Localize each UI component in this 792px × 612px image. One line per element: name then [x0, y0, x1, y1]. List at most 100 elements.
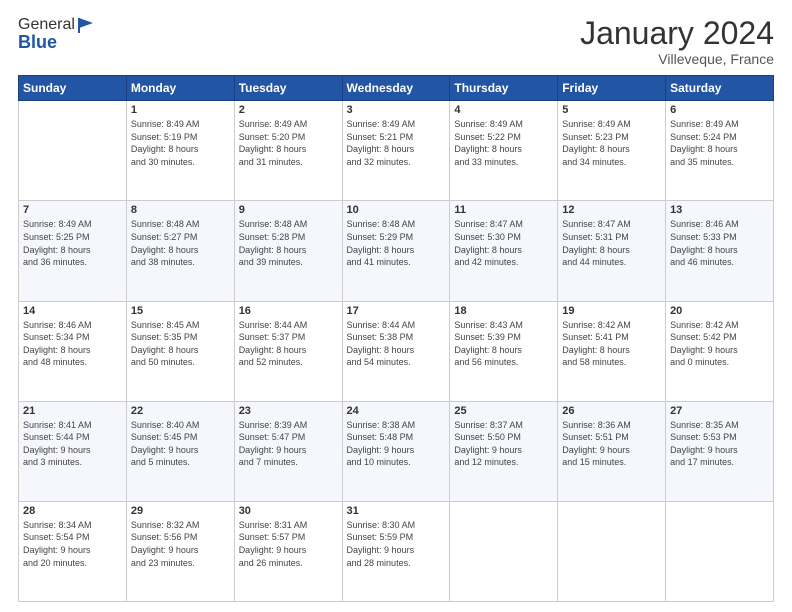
week-row-1: 1Sunrise: 8:49 AM Sunset: 5:19 PM Daylig… [19, 101, 774, 201]
day-info: Sunrise: 8:42 AM Sunset: 5:41 PM Dayligh… [562, 319, 661, 369]
day-info: Sunrise: 8:47 AM Sunset: 5:30 PM Dayligh… [454, 218, 553, 268]
day-number: 2 [239, 104, 338, 116]
day-info: Sunrise: 8:39 AM Sunset: 5:47 PM Dayligh… [239, 419, 338, 469]
table-cell: 27Sunrise: 8:35 AM Sunset: 5:53 PM Dayli… [666, 401, 774, 501]
header: General Blue January 2024 Villeveque, Fr… [18, 16, 774, 67]
table-cell: 2 Sunrise: 8:49 AM Sunset: 5:20 PM Daylig… [234, 101, 342, 201]
table-cell: 31 Sunrise: 8:30 AM Sunset: 5:59 PM Dayli… [342, 501, 450, 601]
day-number: 24 [347, 405, 446, 417]
day-number: 14 [23, 305, 122, 317]
table-cell: 29 Sunrise: 8:32 AM Sunset: 5:56 PM Dayli… [126, 501, 234, 601]
table-cell: 24 Sunrise: 8:38 AM Sunset: 5:48 PM Dayli… [342, 401, 450, 501]
day-info: Sunrise: 8:48 AM Sunset: 5:27 PM Dayligh… [131, 218, 230, 268]
table-cell: 28 Sunrise: 8:34 AM Sunset: 5:54 PM Dayli… [19, 501, 127, 601]
calendar-header-row: Sunday Monday Tuesday Wednesday Thursday… [19, 76, 774, 101]
day-info: Sunrise: 8:49 AM Sunset: 5:25 PM Dayligh… [23, 218, 122, 268]
day-number: 31 [347, 505, 446, 517]
day-info: Sunrise: 8:44 AM Sunset: 5:37 PM Dayligh… [239, 319, 338, 369]
table-cell: 16 Sunrise: 8:44 AM Sunset: 5:37 PM Dayli… [234, 301, 342, 401]
table-cell: 20 Sunrise: 8:42 AM Sunset: 5:42 PM Dayli… [666, 301, 774, 401]
day-info: Sunrise: 8:38 AM Sunset: 5:48 PM Dayligh… [347, 419, 446, 469]
table-cell: 8Sunrise: 8:48 AM Sunset: 5:27 PM Daylig… [126, 201, 234, 301]
week-row-2: 7 Sunrise: 8:49 AM Sunset: 5:25 PM Daylig… [19, 201, 774, 301]
table-cell: 15Sunrise: 8:45 AM Sunset: 5:35 PM Dayli… [126, 301, 234, 401]
day-number: 29 [131, 505, 230, 517]
day-number: 12 [562, 204, 661, 216]
col-thursday: Thursday [450, 76, 558, 101]
table-cell: 3 Sunrise: 8:49 AM Sunset: 5:21 PM Daylig… [342, 101, 450, 201]
table-cell: 7 Sunrise: 8:49 AM Sunset: 5:25 PM Daylig… [19, 201, 127, 301]
day-number: 17 [347, 305, 446, 317]
col-saturday: Saturday [666, 76, 774, 101]
table-cell: 30 Sunrise: 8:31 AM Sunset: 5:57 PM Dayli… [234, 501, 342, 601]
table-cell: 5 Sunrise: 8:49 AM Sunset: 5:23 PM Daylig… [558, 101, 666, 201]
day-info: Sunrise: 8:48 AM Sunset: 5:29 PM Dayligh… [347, 218, 446, 268]
table-cell: 12 Sunrise: 8:47 AM Sunset: 5:31 PM Dayli… [558, 201, 666, 301]
day-info: Sunrise: 8:32 AM Sunset: 5:56 PM Dayligh… [131, 519, 230, 569]
col-sunday: Sunday [19, 76, 127, 101]
day-number: 23 [239, 405, 338, 417]
table-cell: 25Sunrise: 8:37 AM Sunset: 5:50 PM Dayli… [450, 401, 558, 501]
day-number: 19 [562, 305, 661, 317]
day-info: Sunrise: 8:40 AM Sunset: 5:45 PM Dayligh… [131, 419, 230, 469]
day-info: Sunrise: 8:42 AM Sunset: 5:42 PM Dayligh… [670, 319, 769, 369]
day-number: 1 [131, 104, 230, 116]
title-block: January 2024 Villeveque, France [580, 16, 774, 67]
day-info: Sunrise: 8:43 AM Sunset: 5:39 PM Dayligh… [454, 319, 553, 369]
day-info: Sunrise: 8:49 AM Sunset: 5:21 PM Dayligh… [347, 118, 446, 168]
col-tuesday: Tuesday [234, 76, 342, 101]
day-info: Sunrise: 8:30 AM Sunset: 5:59 PM Dayligh… [347, 519, 446, 569]
day-info: Sunrise: 8:49 AM Sunset: 5:24 PM Dayligh… [670, 118, 769, 168]
day-number: 27 [670, 405, 769, 417]
table-cell: 26Sunrise: 8:36 AM Sunset: 5:51 PM Dayli… [558, 401, 666, 501]
table-cell: 23 Sunrise: 8:39 AM Sunset: 5:47 PM Dayli… [234, 401, 342, 501]
table-cell [450, 501, 558, 601]
day-info: Sunrise: 8:48 AM Sunset: 5:28 PM Dayligh… [239, 218, 338, 268]
calendar-title: January 2024 [580, 16, 774, 51]
table-cell: 17 Sunrise: 8:44 AM Sunset: 5:38 PM Dayli… [342, 301, 450, 401]
day-info: Sunrise: 8:34 AM Sunset: 5:54 PM Dayligh… [23, 519, 122, 569]
day-info: Sunrise: 8:46 AM Sunset: 5:34 PM Dayligh… [23, 319, 122, 369]
day-info: Sunrise: 8:49 AM Sunset: 5:20 PM Dayligh… [239, 118, 338, 168]
day-number: 28 [23, 505, 122, 517]
day-number: 22 [131, 405, 230, 417]
day-number: 4 [454, 104, 553, 116]
week-row-3: 14 Sunrise: 8:46 AM Sunset: 5:34 PM Dayli… [19, 301, 774, 401]
day-number: 10 [347, 204, 446, 216]
day-number: 11 [454, 204, 553, 216]
day-number: 16 [239, 305, 338, 317]
day-info: Sunrise: 8:36 AM Sunset: 5:51 PM Dayligh… [562, 419, 661, 469]
day-info: Sunrise: 8:47 AM Sunset: 5:31 PM Dayligh… [562, 218, 661, 268]
table-cell: 11 Sunrise: 8:47 AM Sunset: 5:30 PM Dayli… [450, 201, 558, 301]
table-cell: 21Sunrise: 8:41 AM Sunset: 5:44 PM Dayli… [19, 401, 127, 501]
day-number: 6 [670, 104, 769, 116]
day-info: Sunrise: 8:44 AM Sunset: 5:38 PM Dayligh… [347, 319, 446, 369]
table-cell: 13 Sunrise: 8:46 AM Sunset: 5:33 PM Dayli… [666, 201, 774, 301]
day-info: Sunrise: 8:31 AM Sunset: 5:57 PM Dayligh… [239, 519, 338, 569]
day-number: 18 [454, 305, 553, 317]
table-cell: 6 Sunrise: 8:49 AM Sunset: 5:24 PM Daylig… [666, 101, 774, 201]
day-info: Sunrise: 8:49 AM Sunset: 5:23 PM Dayligh… [562, 118, 661, 168]
col-friday: Friday [558, 76, 666, 101]
day-info: Sunrise: 8:45 AM Sunset: 5:35 PM Dayligh… [131, 319, 230, 369]
day-number: 30 [239, 505, 338, 517]
day-info: Sunrise: 8:49 AM Sunset: 5:22 PM Dayligh… [454, 118, 553, 168]
logo-blue-text: Blue [18, 32, 95, 53]
table-cell: 1Sunrise: 8:49 AM Sunset: 5:19 PM Daylig… [126, 101, 234, 201]
day-number: 13 [670, 204, 769, 216]
calendar-table: Sunday Monday Tuesday Wednesday Thursday… [18, 75, 774, 602]
table-cell: 19 Sunrise: 8:42 AM Sunset: 5:41 PM Dayli… [558, 301, 666, 401]
col-wednesday: Wednesday [342, 76, 450, 101]
table-cell: 9 Sunrise: 8:48 AM Sunset: 5:28 PM Daylig… [234, 201, 342, 301]
day-number: 25 [454, 405, 553, 417]
table-cell: 4 Sunrise: 8:49 AM Sunset: 5:22 PM Daylig… [450, 101, 558, 201]
table-cell [558, 501, 666, 601]
day-number: 5 [562, 104, 661, 116]
day-number: 7 [23, 204, 122, 216]
day-number: 3 [347, 104, 446, 116]
day-number: 9 [239, 204, 338, 216]
table-cell: 18 Sunrise: 8:43 AM Sunset: 5:39 PM Dayli… [450, 301, 558, 401]
day-info: Sunrise: 8:46 AM Sunset: 5:33 PM Dayligh… [670, 218, 769, 268]
day-number: 20 [670, 305, 769, 317]
table-cell [666, 501, 774, 601]
